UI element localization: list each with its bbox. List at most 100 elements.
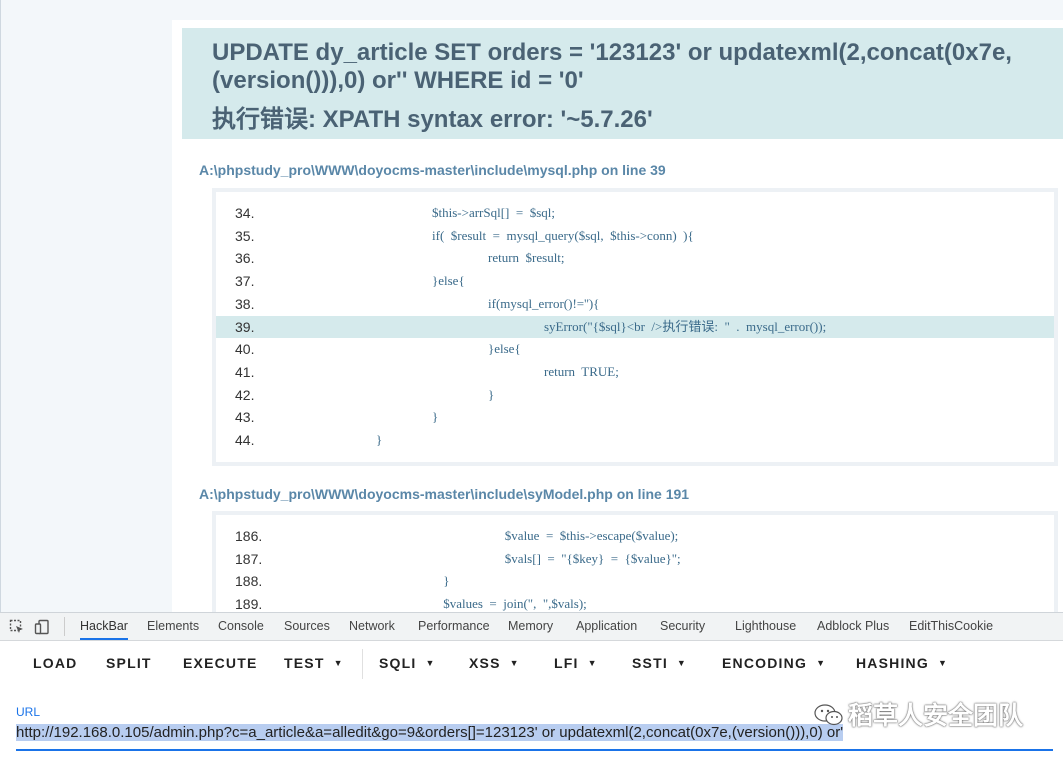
button-label: LOAD <box>33 655 78 671</box>
code-text: return TRUE; <box>544 363 619 379</box>
tab-elements[interactable]: Elements <box>147 613 199 640</box>
code-text: $this->arrSql[] = $sql; <box>432 205 555 220</box>
xss-button[interactable]: XSS ▼ <box>469 655 520 671</box>
code-line: 187. $vals[] = "{$key} = {$value}"; <box>216 548 1054 570</box>
line-number: 44. <box>235 432 255 448</box>
url-value[interactable]: http://192.168.0.105/admin.php?c=a_artic… <box>16 724 844 741</box>
line-number: 43. <box>235 409 255 426</box>
code-line: 35. if( $result = mysql_query($sql, $this… <box>216 225 1054 247</box>
tab-memory[interactable]: Memory <box>508 613 553 640</box>
code-text: }else{ <box>432 273 465 289</box>
button-label: XSS <box>469 655 501 671</box>
button-label: HASHING <box>856 655 929 671</box>
error-sql: UPDATE dy_article SET orders = '123123' … <box>212 39 1012 94</box>
tab-hackbar[interactable]: HackBar <box>80 613 128 640</box>
line-number: 189. <box>235 596 263 612</box>
code-text: $values = join(", ",$vals); <box>443 596 587 612</box>
wechat-icon <box>814 704 843 726</box>
line-number: 34. <box>235 205 255 221</box>
lfi-button[interactable]: LFI ▼ <box>554 655 598 671</box>
browser-page: UPDATE dy_article SET orders = '123123' … <box>0 0 1063 612</box>
line-number: 186. <box>235 528 263 544</box>
code-text: } <box>376 432 383 447</box>
device-toolbar-icon[interactable] <box>34 619 50 635</box>
line-number: 42. <box>235 386 255 403</box>
watermark-text: 稻草人安全团队 <box>848 702 1024 730</box>
code-text: } <box>488 386 495 402</box>
trace-file-label: A:\phpstudy_pro\WWW\doyocms-master\inclu… <box>199 162 666 178</box>
code-line: 34. $this->arrSql[] = $sql; <box>216 202 1054 224</box>
code-line: 43.} <box>216 406 1054 428</box>
button-label: ENCODING <box>722 655 808 671</box>
code-line: 41. return TRUE; <box>216 361 1054 383</box>
split-button[interactable]: SPLIT <box>106 655 152 671</box>
caret-down-icon: ▼ <box>425 658 436 668</box>
caret-down-icon: ▼ <box>676 658 688 668</box>
toolbar-divider <box>362 649 363 679</box>
code-line: 42.} <box>216 384 1054 406</box>
devtools-tabbar: HackBar Elements Console Sources Network Perf… <box>0 613 1063 641</box>
code-text: }else{ <box>488 341 521 357</box>
code-text: if( $result = mysql_query($sql, $this->c… <box>432 227 694 243</box>
ssti-button[interactable]: SSTI ▼ <box>632 655 687 671</box>
code-text: } <box>443 573 450 589</box>
highlighted-code-line: 39. syError("{$sql}<br />执行错误: " . mysql_… <box>216 315 1054 338</box>
code-text: if(mysql_error()!=''){ <box>488 295 600 311</box>
tab-sources[interactable]: Sources <box>284 613 330 640</box>
devtools-panel: HackBar Elements Console Sources Network Perf… <box>0 612 1063 759</box>
tab-console[interactable]: Console <box>218 613 264 640</box>
wechat-watermark: 稻草人安全团队 <box>814 696 1023 732</box>
sqli-button[interactable]: SQLI ▼ <box>379 655 436 671</box>
code-line: 38. if(mysql_error()!=''){ <box>216 293 1054 315</box>
button-label: EXECUTE <box>183 655 258 671</box>
button-label: SPLIT <box>106 655 152 671</box>
load-button[interactable]: LOAD <box>33 655 77 671</box>
test-button[interactable]: TEST ▼ <box>284 655 344 671</box>
url-input-underline <box>16 749 1053 751</box>
caret-down-icon: ▼ <box>509 658 520 668</box>
line-number: 36. <box>235 250 255 267</box>
hashing-button[interactable]: HASHING ▼ <box>856 655 948 671</box>
inspect-element-icon[interactable] <box>9 619 25 635</box>
code-line: 44.} <box>216 429 1054 451</box>
caret-down-icon: ▼ <box>816 658 827 668</box>
caret-down-icon: ▼ <box>937 658 949 668</box>
tab-lighthouse[interactable]: Lighthouse <box>735 613 796 640</box>
code-text: } <box>432 409 439 425</box>
tab-network[interactable]: Network <box>349 613 395 640</box>
code-text: return $result; <box>488 250 565 266</box>
encoding-button[interactable]: ENCODING ▼ <box>722 655 826 671</box>
tab-adblock-plus[interactable]: Adblock Plus <box>817 613 889 640</box>
line-number: 35. <box>235 227 255 244</box>
page-left-border <box>0 0 1 612</box>
code-line: 37. }else{ <box>216 270 1054 292</box>
code-text: syError("{$sql}<br />执行错误: " . mysql_err… <box>544 318 827 334</box>
execute-button[interactable]: EXECUTE <box>183 655 258 671</box>
button-label: LFI <box>554 655 579 671</box>
button-label: SQLI <box>379 655 417 671</box>
line-number: 37. <box>235 273 255 290</box>
code-line: 189. $values = join(", ",$vals); <box>216 593 1054 612</box>
line-number: 38. <box>235 295 255 312</box>
tab-performance[interactable]: Performance <box>418 613 490 640</box>
error-page-content: UPDATE dy_article SET orders = '123123' … <box>172 20 1063 612</box>
code-snippet: 186. $value = $this->escape($value); 187. $… <box>212 511 1058 612</box>
tab-security[interactable]: Security <box>660 613 705 640</box>
button-label: TEST <box>284 655 325 671</box>
button-label: SSTI <box>632 655 668 671</box>
code-line: 188.} <box>216 570 1054 592</box>
code-text: $value = $this->escape($value); <box>504 528 679 543</box>
tab-application[interactable]: Application <box>576 613 637 640</box>
line-number: 41. <box>235 363 255 380</box>
code-snippet: 34. $this->arrSql[] = $sql; 35. if( $result… <box>212 188 1058 466</box>
line-number: 188. <box>235 573 263 590</box>
hackbar-toolbar: LOAD SPLIT EXECUTE TEST ▼ SQLI ▼ XSS ▼ LFI ▼ SSTI ▼ E… <box>0 641 1063 687</box>
line-number: 39. <box>235 318 255 335</box>
tab-editthiscookie[interactable]: EditThisCookie <box>909 613 993 640</box>
caret-down-icon: ▼ <box>333 658 344 668</box>
code-line: 40.}else{ <box>216 338 1054 360</box>
trace-file-label: A:\phpstudy_pro\WWW\doyocms-master\inclu… <box>199 486 690 502</box>
line-number: 187. <box>235 550 263 567</box>
code-line: 36. return $result; <box>216 247 1054 269</box>
error-banner: UPDATE dy_article SET orders = '123123' … <box>182 28 1063 139</box>
